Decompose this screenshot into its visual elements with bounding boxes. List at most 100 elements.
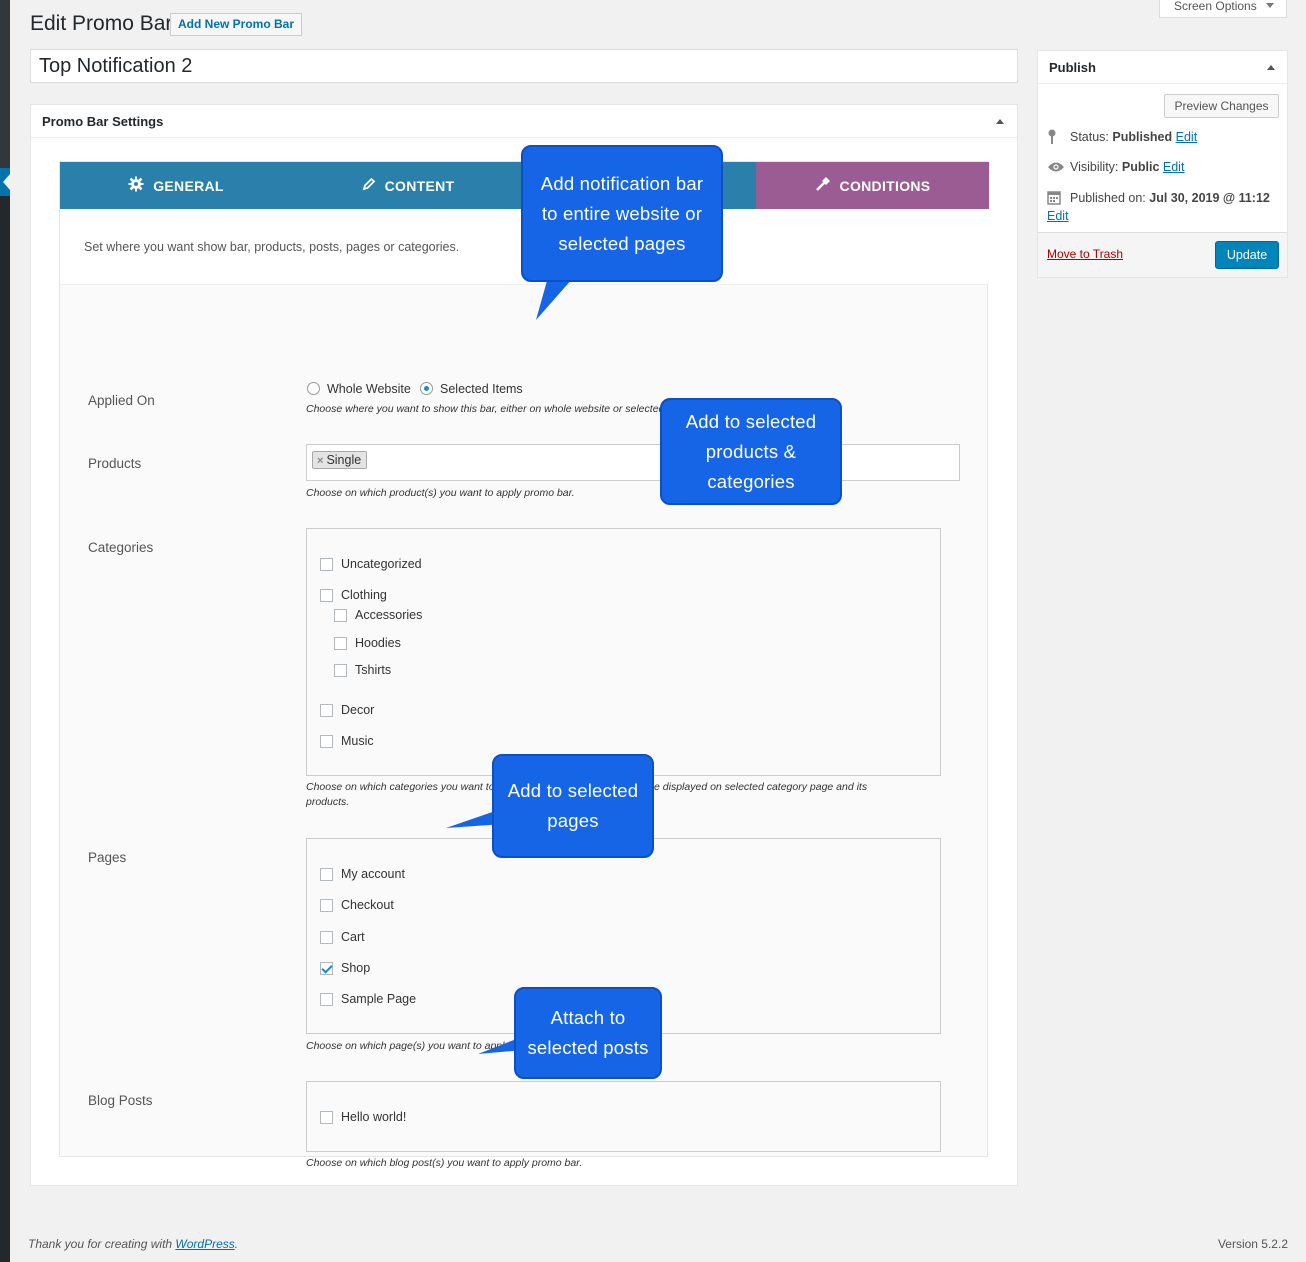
category-checkbox[interactable] — [320, 589, 333, 602]
screen-options-label: Screen Options — [1174, 0, 1257, 13]
screen-options-button[interactable]: Screen Options — [1159, 0, 1287, 18]
category-label[interactable]: Uncategorized — [341, 557, 422, 571]
gear-icon — [128, 176, 144, 196]
categories-label: Categories — [88, 540, 154, 555]
callout-line: categories — [707, 470, 795, 492]
callout-line: Add to selected — [507, 780, 639, 801]
footer-thanks-prefix: Thank you for creating with — [28, 1237, 176, 1251]
products-select[interactable]: × Single — [306, 444, 960, 481]
category-checkbox[interactable] — [334, 637, 347, 650]
category-label[interactable]: Music — [341, 734, 374, 748]
pin-icon — [1047, 129, 1057, 148]
pages-label: Pages — [88, 850, 127, 865]
categories-list: Uncategorized Clothing Accessories Hoodi… — [306, 528, 941, 776]
settings-box-title: Promo Bar Settings — [42, 114, 164, 129]
page-title: Edit Promo Bar — [30, 12, 173, 35]
collapse-toggle-icon[interactable] — [1267, 65, 1275, 70]
pencil-icon — [362, 177, 376, 195]
remove-chip-icon[interactable]: × — [317, 455, 323, 467]
visibility-edit-link[interactable]: Edit — [1163, 160, 1185, 174]
callout-products: Add to selected products & categories — [660, 398, 842, 505]
category-label[interactable]: Accessories — [355, 608, 422, 622]
radio-selected-items-label[interactable]: Selected Items — [440, 382, 523, 396]
radio-whole-website[interactable] — [307, 382, 320, 395]
page-checkbox-checked[interactable] — [320, 962, 333, 975]
category-checkbox[interactable] — [334, 609, 347, 622]
category-checkbox[interactable] — [334, 664, 347, 677]
callout-line: products & — [705, 440, 797, 462]
tab-content-label: CONTENT — [384, 177, 455, 194]
blog-posts-list: Hello world! — [306, 1081, 941, 1152]
preview-changes-button[interactable]: Preview Changes — [1164, 94, 1279, 118]
blog-posts-label: Blog Posts — [88, 1093, 153, 1108]
admin-sidebar-top — [0, 0, 10, 170]
collapse-toggle-icon[interactable] — [996, 119, 1004, 124]
category-label[interactable]: Hoodies — [355, 636, 401, 650]
visibility-row: Visibility: Public Edit — [1070, 160, 1184, 174]
page-label[interactable]: Sample Page — [341, 992, 416, 1006]
callout-line: selected posts — [527, 1037, 649, 1058]
tab-general[interactable]: GENERAL — [60, 162, 292, 209]
wordpress-link[interactable]: WordPress — [175, 1237, 234, 1251]
page-checkbox[interactable] — [320, 931, 333, 944]
footer-version: Version 5.2.2 — [1217, 1237, 1288, 1251]
status-value: Published — [1112, 130, 1173, 144]
radio-selected-items[interactable] — [420, 382, 433, 395]
callout-notification: Add notification bar to entire website o… — [521, 145, 723, 282]
published-on-value: Jul 30, 2019 @ 11:12 — [1149, 191, 1270, 205]
category-label[interactable]: Clothing — [341, 588, 387, 602]
radio-whole-website-label[interactable]: Whole Website — [327, 382, 411, 396]
status-row: Status: Published Edit — [1070, 130, 1197, 144]
admin-sidebar — [0, 0, 10, 1262]
publish-box: Publish Preview Changes Status: Publishe… — [1037, 50, 1288, 278]
status-label: Status: — [1070, 130, 1109, 144]
eye-icon — [1047, 160, 1065, 176]
callout-line: Add notification bar — [540, 172, 704, 194]
callout-line: Add to selected — [685, 410, 817, 432]
category-checkbox[interactable] — [320, 704, 333, 717]
callout-line: to entire website or — [541, 202, 703, 224]
publish-header[interactable]: Publish — [1038, 51, 1287, 84]
settings-box-header[interactable]: Promo Bar Settings — [31, 105, 1017, 138]
visibility-label: Visibility: — [1070, 160, 1119, 174]
add-new-promo-bar-button[interactable]: Add New Promo Bar — [170, 13, 303, 36]
conditions-description: Set where you want show bar, products, p… — [84, 240, 460, 254]
callout-line: selected pages — [558, 232, 686, 254]
hammer-icon — [815, 176, 831, 196]
update-button[interactable]: Update — [1215, 241, 1279, 269]
tab-general-label: GENERAL — [153, 177, 224, 194]
page-checkbox[interactable] — [320, 868, 333, 881]
published-on-row: Published on: Jul 30, 2019 @ 11:12 — [1070, 191, 1270, 205]
calendar-icon — [1047, 190, 1061, 208]
post-title-input[interactable] — [30, 49, 1018, 83]
page-label[interactable]: Cart — [341, 930, 365, 944]
page-label[interactable]: My account — [341, 867, 405, 881]
category-label[interactable]: Decor — [341, 703, 374, 717]
callout-line: pages — [547, 810, 599, 831]
move-to-trash-link[interactable]: Move to Trash — [1047, 247, 1123, 261]
applied-on-label: Applied On — [88, 393, 155, 408]
post-checkbox[interactable] — [320, 1111, 333, 1124]
triangle-down-icon — [1266, 3, 1274, 8]
page-label[interactable]: Checkout — [341, 898, 394, 912]
visibility-value: Public — [1121, 160, 1160, 174]
page-checkbox[interactable] — [320, 993, 333, 1006]
tab-conditions-label: CONDITIONS — [839, 177, 931, 194]
category-label[interactable]: Tshirts — [355, 663, 391, 677]
tab-conditions[interactable]: CONDITIONS — [756, 162, 989, 209]
products-label: Products — [88, 456, 142, 471]
published-on-label: Published on: — [1070, 191, 1146, 205]
post-label[interactable]: Hello world! — [341, 1110, 406, 1124]
published-on-edit-link[interactable]: Edit — [1047, 209, 1069, 223]
callout-line: Attach to — [550, 1007, 626, 1028]
applied-on-help: Choose where you want to show this bar, … — [306, 403, 696, 415]
tab-content[interactable]: CONTENT — [292, 162, 524, 209]
product-chip[interactable]: × Single — [312, 451, 368, 469]
category-checkbox[interactable] — [320, 558, 333, 571]
status-edit-link[interactable]: Edit — [1176, 130, 1198, 144]
callout-posts: Attach to selected posts — [514, 987, 662, 1079]
page-label[interactable]: Shop — [341, 961, 370, 975]
category-checkbox[interactable] — [320, 735, 333, 748]
callout-pages: Add to selected pages — [492, 754, 654, 858]
page-checkbox[interactable] — [320, 899, 333, 912]
